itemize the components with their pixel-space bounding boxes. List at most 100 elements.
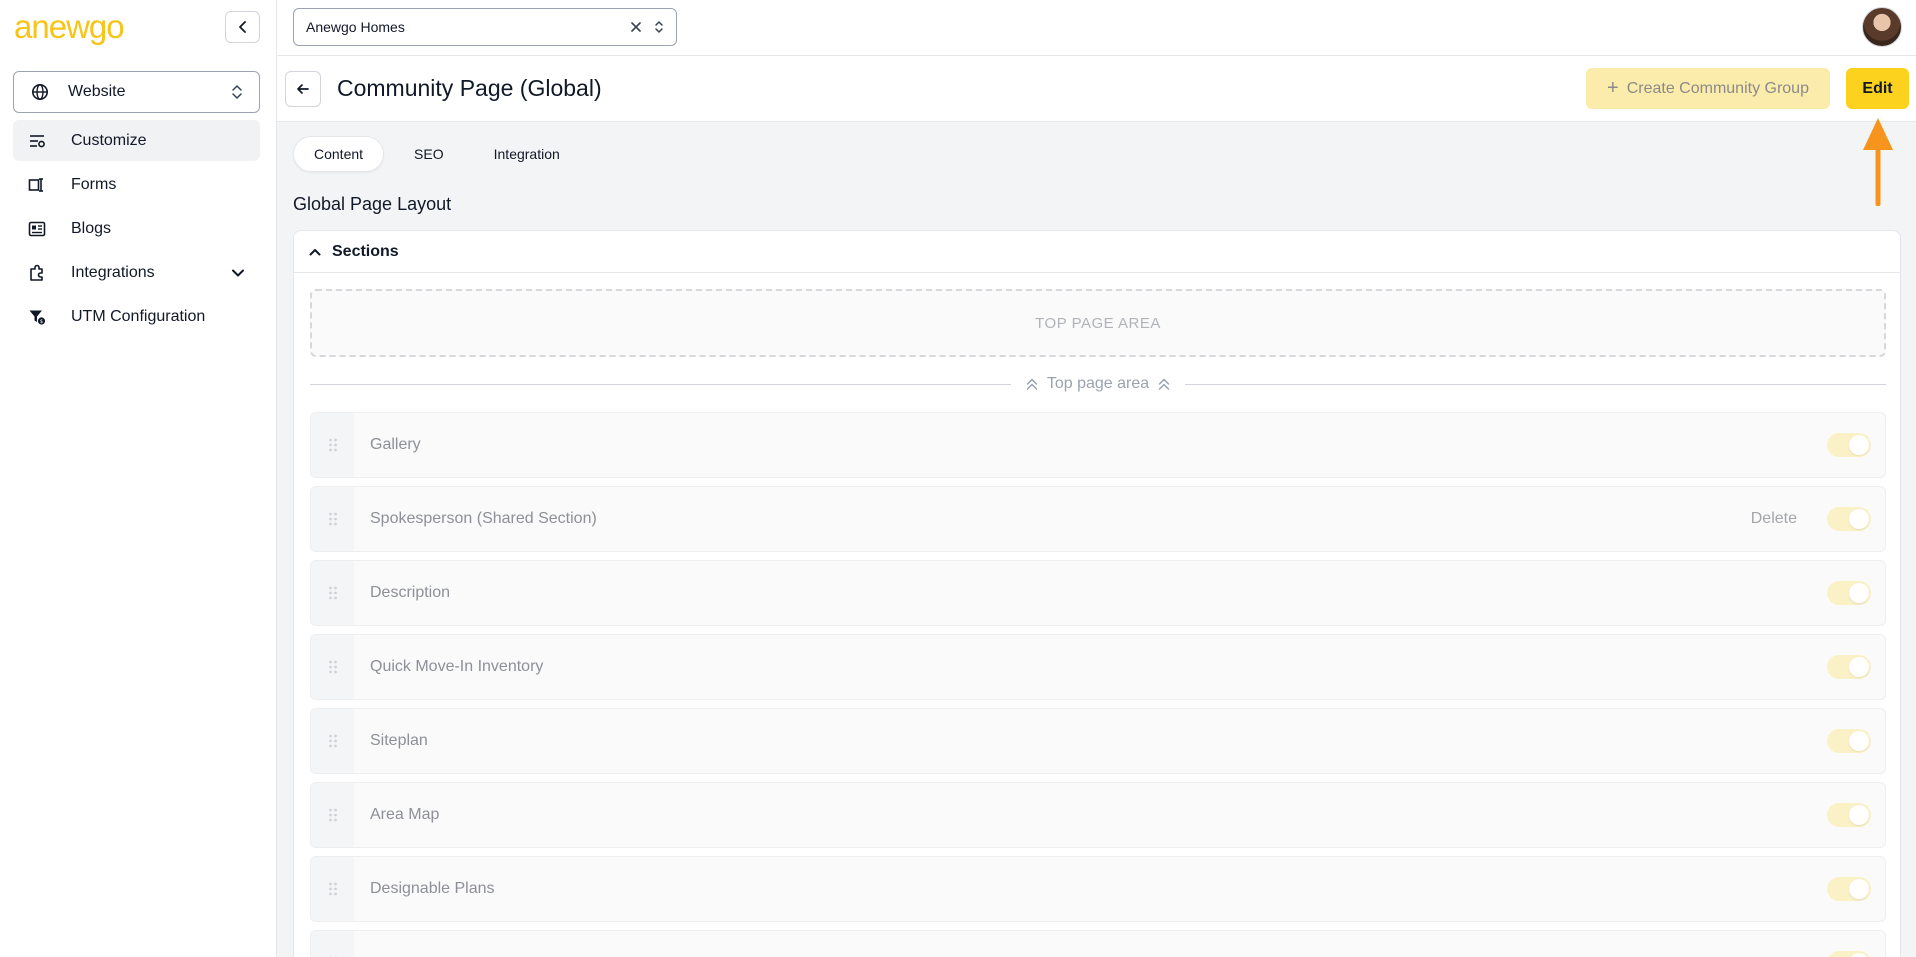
- drag-handle-icon[interactable]: [311, 709, 354, 773]
- sections-title: Sections: [332, 242, 399, 260]
- sidebar-item-label: UTM Configuration: [71, 307, 206, 325]
- section-name: Designable Plans: [370, 880, 495, 897]
- tab-content[interactable]: Content: [293, 136, 385, 172]
- chevron-down-icon[interactable]: [228, 263, 248, 283]
- page-header: Community Page (Global) + Create Communi…: [277, 56, 1916, 122]
- anewgo-logo[interactable]: anewgo: [14, 10, 125, 43]
- section-name: Quick Move-In Inventory: [370, 658, 544, 675]
- sidebar-item-label: Forms: [71, 175, 117, 193]
- sidebar-item-blogs[interactable]: Blogs: [13, 208, 260, 249]
- section-row[interactable]: Quick Move-In Inventory: [310, 634, 1886, 700]
- edit-button[interactable]: Edit: [1846, 68, 1909, 109]
- builder-select[interactable]: Anewgo Homes: [293, 8, 677, 46]
- sections-header[interactable]: Sections: [294, 231, 1900, 273]
- sidebar-item-label: Blogs: [71, 219, 112, 237]
- sidebar-nav: Customize Forms Blogs Integrations $ UTM…: [13, 120, 260, 340]
- toggle-knob: [1849, 879, 1869, 899]
- section-row[interactable]: Area Map: [310, 782, 1886, 848]
- top-bar: Anewgo Homes: [277, 0, 1916, 56]
- section-toggle[interactable]: [1827, 655, 1871, 679]
- drag-handle-icon[interactable]: [311, 783, 354, 847]
- sidebar-item-label: Integrations: [71, 263, 155, 281]
- section-row[interactable]: Spokesperson (Shared Section) Delete: [310, 486, 1886, 552]
- collapse-sidebar-button[interactable]: [225, 11, 260, 43]
- user-avatar[interactable]: [1862, 7, 1902, 47]
- toggle-knob: [1849, 953, 1869, 957]
- toggle-knob: [1849, 731, 1869, 751]
- site-type-select[interactable]: Website: [13, 71, 260, 113]
- toggle-knob: [1849, 435, 1869, 455]
- drag-handle-icon[interactable]: [311, 635, 354, 699]
- builder-select-value: Anewgo Homes: [306, 19, 405, 35]
- sliders-icon: [27, 131, 47, 151]
- drag-handle-icon[interactable]: [311, 413, 354, 477]
- layout-title: Global Page Layout: [293, 194, 452, 214]
- toggle-knob: [1849, 657, 1869, 677]
- svg-text:$: $: [40, 319, 43, 325]
- section-row[interactable]: Gallery: [310, 412, 1886, 478]
- back-button[interactable]: [285, 71, 321, 107]
- create-community-group-label: Create Community Group: [1626, 79, 1809, 97]
- section-name: Spokesperson (Shared Section): [370, 510, 597, 527]
- double-chevron-up-icon: [1025, 374, 1039, 394]
- content-tabs: Content SEO Integration: [293, 136, 590, 172]
- funnel-icon: $: [27, 307, 47, 327]
- drag-handle-icon[interactable]: [311, 857, 354, 921]
- globe-icon: [30, 82, 50, 102]
- section-row[interactable]: Description: [310, 560, 1886, 626]
- form-icon: [27, 175, 47, 195]
- section-toggle[interactable]: [1827, 803, 1871, 827]
- sidebar-item-utm-configuration[interactable]: $ UTM Configuration: [13, 296, 260, 337]
- sidebar: anewgo Website Customize Forms Blogs Int…: [0, 0, 277, 957]
- drag-handle-icon[interactable]: [311, 487, 354, 551]
- chevron-left-icon: [233, 17, 253, 37]
- annotation-arrow-icon: [1863, 118, 1893, 206]
- page-title: Community Page (Global): [337, 75, 602, 101]
- drag-handle-icon[interactable]: [311, 931, 354, 957]
- delete-section-button[interactable]: Delete: [1751, 510, 1797, 528]
- top-page-area-dropzone[interactable]: TOP PAGE AREA: [310, 289, 1886, 357]
- divider-line: [310, 383, 1011, 385]
- drag-handle-icon[interactable]: [311, 561, 354, 625]
- section-toggle[interactable]: [1827, 877, 1871, 901]
- sidebar-item-integrations[interactable]: Integrations: [13, 252, 260, 293]
- toggle-knob: [1849, 509, 1869, 529]
- top-page-area-divider: Top page area: [310, 373, 1886, 395]
- section-toggle[interactable]: [1827, 581, 1871, 605]
- section-row[interactable]: Siteplan: [310, 708, 1886, 774]
- divider-label: Top page area: [1046, 375, 1150, 392]
- tab-integration[interactable]: Integration: [474, 136, 580, 172]
- section-row-partial[interactable]: [310, 930, 1886, 957]
- sections-panel: Sections TOP PAGE AREA Top page area Gal…: [293, 230, 1901, 957]
- newspaper-icon: [27, 219, 47, 239]
- sidebar-item-forms[interactable]: Forms: [13, 164, 260, 205]
- section-row[interactable]: Designable Plans: [310, 856, 1886, 922]
- tab-seo[interactable]: SEO: [394, 136, 464, 172]
- section-name: Area Map: [370, 806, 440, 823]
- section-toggle[interactable]: [1827, 507, 1871, 531]
- section-name: Siteplan: [370, 732, 428, 749]
- plus-icon: +: [1607, 77, 1619, 99]
- main-content: Content SEO Integration Global Page Layo…: [277, 122, 1916, 957]
- clear-icon[interactable]: [626, 17, 646, 37]
- site-type-label: Website: [68, 83, 126, 100]
- toggle-knob: [1849, 805, 1869, 825]
- create-community-group-button[interactable]: + Create Community Group: [1586, 68, 1830, 109]
- section-toggle[interactable]: [1827, 951, 1871, 957]
- sidebar-item-label: Customize: [71, 131, 147, 149]
- double-chevron-up-icon: [1157, 374, 1171, 394]
- section-name: Gallery: [370, 436, 421, 453]
- section-toggle[interactable]: [1827, 729, 1871, 753]
- puzzle-icon: [27, 263, 47, 283]
- section-list: Gallery Spokesperson (Shared Section) De…: [310, 412, 1886, 957]
- toggle-knob: [1849, 583, 1869, 603]
- chevron-updown-icon: [652, 17, 666, 37]
- section-toggle[interactable]: [1827, 433, 1871, 457]
- chevron-up-icon: [308, 242, 322, 262]
- section-name: Description: [370, 584, 451, 601]
- divider-line: [1185, 383, 1886, 385]
- sidebar-item-customize[interactable]: Customize: [13, 120, 260, 161]
- divider-label-group: Top page area: [1011, 374, 1185, 394]
- arrow-left-icon: [293, 79, 313, 99]
- chevron-updown-icon: [227, 82, 247, 102]
